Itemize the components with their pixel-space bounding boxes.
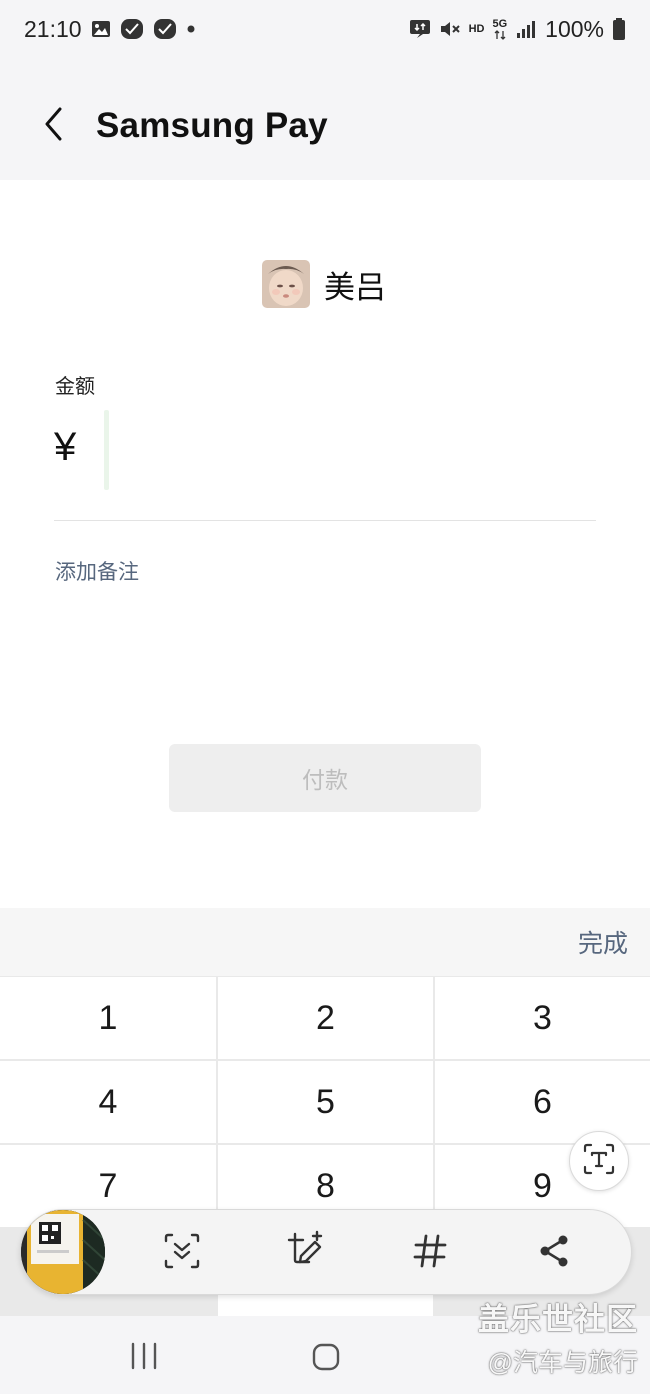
chevron-left-icon (42, 106, 64, 147)
app-badge-icon (120, 18, 144, 40)
watermark-line-2: @汽车与旅行 (487, 1349, 638, 1377)
home-button[interactable] (311, 1342, 341, 1377)
hd-label: HD (468, 22, 485, 35)
amount-label: 金额 (55, 376, 95, 398)
5g-indicator: 5G (492, 17, 508, 40)
key-2[interactable]: 2 (218, 977, 433, 1059)
key-4[interactable]: 4 (0, 1061, 216, 1143)
key-5[interactable]: 5 (218, 1061, 433, 1143)
extract-text-button[interactable] (569, 1131, 629, 1191)
data-transfer-icon (409, 19, 431, 39)
status-bar: 21:10 HD 5G 100% (0, 0, 650, 58)
back-button[interactable] (38, 106, 68, 146)
avatar (262, 260, 310, 308)
recent-apps-icon (128, 1342, 160, 1375)
status-left: 21:10 (24, 16, 196, 43)
gallery-icon (91, 19, 111, 39)
payee: 美吕 (262, 260, 386, 308)
signal-icon (515, 19, 537, 39)
screenshot-thumbnail[interactable] (21, 1210, 105, 1294)
app-badge-icon (153, 18, 177, 40)
share-button[interactable] (531, 1230, 577, 1276)
key-1[interactable]: 1 (0, 977, 216, 1059)
payee-name: 美吕 (324, 269, 386, 305)
status-right: HD 5G 100% (409, 16, 626, 43)
keyboard-toolbar: 完成 (0, 908, 650, 976)
5g-label: 5G (492, 17, 508, 30)
home-icon (311, 1342, 341, 1377)
key-3[interactable]: 3 (435, 977, 650, 1059)
more-notifications-dot-icon (186, 24, 196, 34)
battery-icon (612, 17, 626, 41)
share-icon (536, 1233, 572, 1274)
divider (54, 520, 596, 521)
screen: 21:10 HD 5G 100% Samsung Pay 美吕 金额 ¥ 添加备… (0, 0, 650, 1394)
screenshot-toolbar (20, 1209, 632, 1295)
battery-percent: 100% (545, 15, 604, 42)
crop-draw-icon (285, 1230, 327, 1277)
text-extract-icon (582, 1142, 616, 1181)
scroll-capture-button[interactable] (159, 1230, 205, 1276)
pay-button[interactable]: 付款 (169, 744, 481, 812)
status-time: 21:10 (24, 15, 82, 42)
add-note-link[interactable]: 添加备注 (55, 556, 139, 586)
scroll-capture-icon (162, 1231, 202, 1276)
recent-apps-button[interactable] (128, 1342, 160, 1375)
amount-input[interactable] (104, 410, 109, 490)
key-6[interactable]: 6 (435, 1061, 650, 1143)
page-title: Samsung Pay (96, 106, 328, 145)
payment-form: 美吕 金额 ¥ 添加备注 付款 (0, 180, 650, 908)
mute-icon (439, 19, 461, 39)
currency-symbol: ¥ (54, 425, 77, 469)
hashtag-button[interactable] (407, 1230, 453, 1276)
edit-screenshot-button[interactable] (283, 1230, 329, 1276)
done-button[interactable]: 完成 (578, 924, 628, 960)
watermark: 盖乐世社区 @汽车与旅行 (478, 1294, 638, 1379)
app-bar: Samsung Pay (0, 58, 650, 180)
watermark-line-1: 盖乐世社区 (478, 1302, 638, 1337)
hashtag-icon (412, 1233, 448, 1274)
